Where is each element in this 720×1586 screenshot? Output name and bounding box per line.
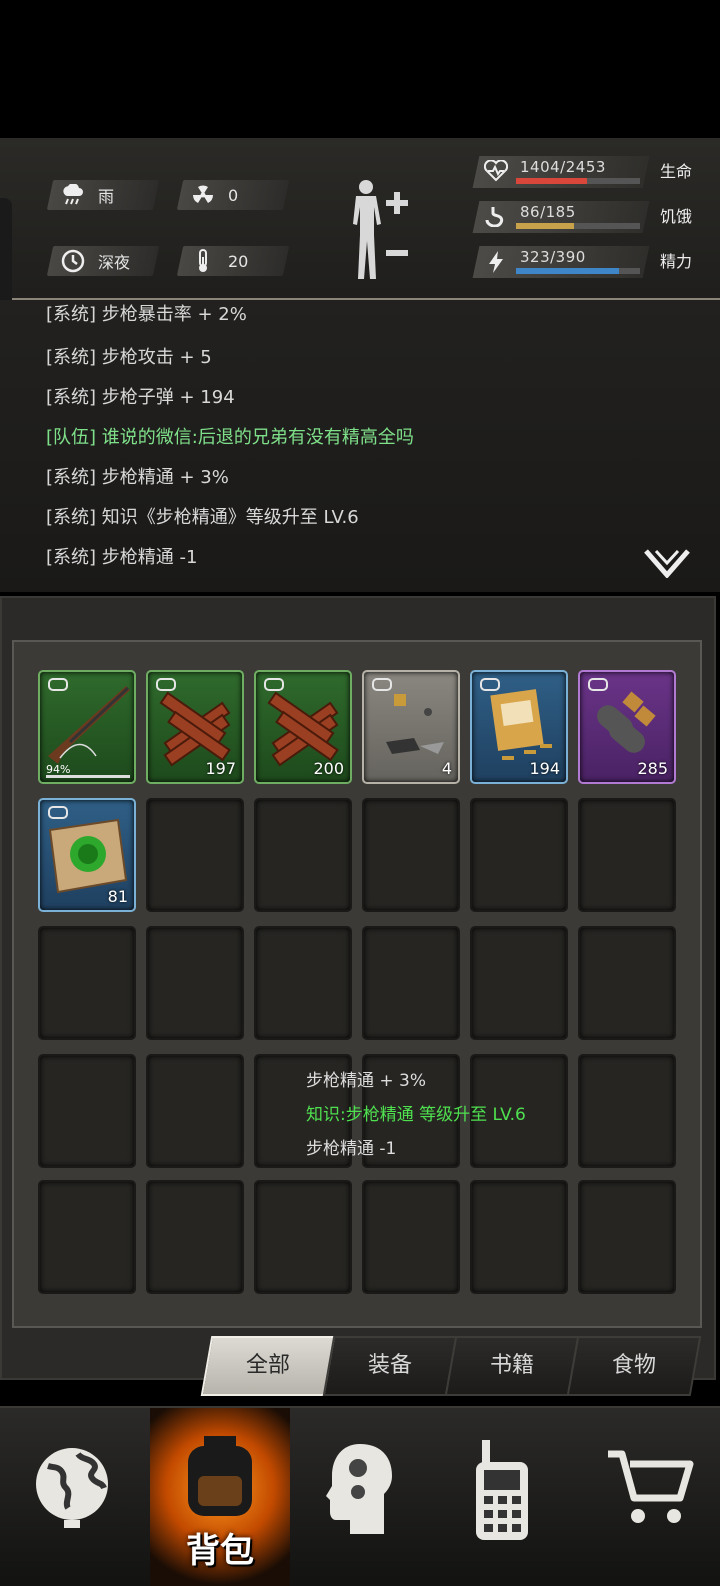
brain-icon bbox=[326, 1444, 392, 1534]
hunger-stat: 86/185 饥饿 bbox=[472, 201, 702, 233]
nav-shop[interactable] bbox=[576, 1408, 716, 1586]
message-log[interactable]: [系统] 步枪暴击率 + 2% [系统] 步枪攻击 + 5 [系统] 步枪子弹 … bbox=[0, 300, 720, 592]
bottom-nav: 背包 bbox=[0, 1406, 720, 1586]
log-line: [系统] 步枪攻击 + 5 bbox=[46, 347, 212, 368]
inventory-slot-empty[interactable] bbox=[362, 1180, 460, 1294]
nav-backpack-label: 背包 bbox=[186, 1531, 254, 1571]
hunger-bar bbox=[516, 223, 640, 229]
inventory-slot-empty[interactable] bbox=[362, 798, 460, 912]
nav-backpack[interactable]: 背包 bbox=[150, 1408, 290, 1586]
expand-log-button[interactable] bbox=[644, 548, 690, 582]
item-quantity: 194 bbox=[529, 759, 560, 778]
inventory-slot-empty[interactable] bbox=[470, 1180, 568, 1294]
category-tabs: 全部 装备 书籍 食物 bbox=[196, 1336, 706, 1396]
nav-world-map[interactable] bbox=[2, 1408, 142, 1586]
time-pill: 深夜 bbox=[46, 246, 160, 276]
inventory-slot-empty[interactable] bbox=[578, 798, 676, 912]
minus-icon bbox=[386, 250, 408, 256]
item-quantity: 81 bbox=[107, 887, 128, 906]
globe-icon bbox=[36, 1448, 108, 1528]
energy-value: 323/390 bbox=[520, 248, 586, 266]
notification-popup: 步枪精通 + 3% 知识:步枪精通 等级升至 LV.6 步枪精通 -1 bbox=[306, 1064, 526, 1166]
temperature-value: 20 bbox=[228, 251, 249, 271]
stomach-icon bbox=[484, 205, 508, 229]
tab-books[interactable]: 书籍 bbox=[444, 1336, 580, 1396]
inventory-slot-empty[interactable] bbox=[146, 1180, 244, 1294]
inventory-slot-empty[interactable] bbox=[146, 1054, 244, 1168]
health-value: 1404/2453 bbox=[520, 158, 606, 176]
energy-icon bbox=[484, 250, 508, 274]
inventory-slot-rifle-ammo-box[interactable]: 194 bbox=[470, 670, 568, 784]
inventory-slot-empty[interactable] bbox=[254, 1180, 352, 1294]
popup-line-green: 知识:步枪精通 等级升至 LV.6 bbox=[306, 1105, 526, 1125]
log-line: [系统] 步枪精通 + 3% bbox=[46, 467, 229, 488]
hunger-label: 饥饿 bbox=[659, 207, 692, 226]
chevron-down-icon bbox=[644, 549, 690, 579]
inventory-slot-empty[interactable] bbox=[38, 1180, 136, 1294]
radiation-value: 0 bbox=[228, 185, 239, 205]
nav-skills[interactable] bbox=[290, 1408, 430, 1586]
thermometer-icon bbox=[190, 248, 216, 274]
log-line: [系统] 知识《步枪精通》等级升至 LV.6 bbox=[46, 507, 359, 528]
inventory-slot-scrap-parts[interactable]: 4 bbox=[362, 670, 460, 784]
human-body-icon bbox=[353, 180, 381, 279]
inventory-slot-empty[interactable] bbox=[38, 926, 136, 1040]
inventory-slot-empty[interactable] bbox=[470, 926, 568, 1040]
tab-all[interactable]: 全部 bbox=[200, 1336, 336, 1396]
tab-equipment[interactable]: 装备 bbox=[322, 1336, 458, 1396]
inventory-slot-empty[interactable] bbox=[254, 926, 352, 1040]
item-quantity: 197 bbox=[205, 759, 236, 778]
tab-food[interactable]: 食物 bbox=[566, 1336, 702, 1396]
inventory-slot-empty[interactable] bbox=[362, 926, 460, 1040]
time-label: 深夜 bbox=[98, 253, 131, 272]
backpack-icon bbox=[188, 1436, 252, 1516]
inventory-slot-shells[interactable]: 285 bbox=[578, 670, 676, 784]
health-label: 生命 bbox=[659, 162, 692, 181]
inventory-slot-empty[interactable] bbox=[578, 1180, 676, 1294]
health-bar bbox=[516, 178, 640, 184]
body-status-button[interactable] bbox=[346, 178, 412, 284]
radiation-pill: 0 bbox=[176, 180, 290, 210]
weather-label: 雨 bbox=[98, 187, 115, 206]
temperature-pill: 20 bbox=[176, 246, 290, 276]
item-quantity: 200 bbox=[313, 759, 344, 778]
inventory-slot-wood-planks[interactable]: 200 bbox=[254, 670, 352, 784]
energy-bar bbox=[516, 268, 640, 274]
energy-stat: 323/390 精力 bbox=[472, 246, 702, 278]
inventory-slot-wood-planks[interactable]: 197 bbox=[146, 670, 244, 784]
item-quantity: 285 bbox=[637, 759, 668, 778]
log-line: [系统] 步枪暴击率 + 2% bbox=[46, 304, 247, 325]
plus-icon bbox=[386, 192, 408, 214]
log-line: [系统] 步枪子弹 + 194 bbox=[46, 387, 235, 408]
heartbeat-icon bbox=[483, 159, 509, 184]
inventory-slot-empty[interactable] bbox=[254, 798, 352, 912]
inventory-slot-rifle[interactable]: 94% bbox=[38, 670, 136, 784]
clock-icon bbox=[60, 248, 86, 274]
inventory-slot-herb-paper[interactable]: 81 bbox=[38, 798, 136, 912]
health-stat: 1404/2453 生命 bbox=[472, 156, 702, 188]
log-line-team: [队伍] 谁说的微信:后退的兄弟有没有精高全吗 bbox=[46, 427, 414, 448]
inventory-slot-empty[interactable] bbox=[578, 1054, 676, 1168]
weather-pill: 雨 bbox=[46, 180, 160, 210]
log-line: [系统] 步枪精通 -1 bbox=[46, 547, 198, 568]
walkie-talkie-icon bbox=[476, 1440, 528, 1540]
inventory-slot-empty[interactable] bbox=[470, 798, 568, 912]
popup-line: 步枪精通 + 3% bbox=[306, 1071, 427, 1091]
radiation-icon bbox=[190, 182, 216, 208]
energy-label: 精力 bbox=[659, 252, 692, 271]
popup-line: 步枪精通 -1 bbox=[306, 1139, 397, 1159]
item-quantity: 4 bbox=[441, 759, 452, 778]
hunger-value: 86/185 bbox=[520, 203, 576, 221]
inventory-slot-empty[interactable] bbox=[146, 798, 244, 912]
rain-cloud-icon bbox=[60, 182, 86, 208]
nav-radio[interactable] bbox=[432, 1408, 572, 1586]
cart-icon bbox=[608, 1450, 694, 1523]
inventory-slot-empty[interactable] bbox=[146, 926, 244, 1040]
inventory-slot-empty[interactable] bbox=[38, 1054, 136, 1168]
durability-bar bbox=[46, 775, 130, 778]
inventory-slot-empty[interactable] bbox=[578, 926, 676, 1040]
